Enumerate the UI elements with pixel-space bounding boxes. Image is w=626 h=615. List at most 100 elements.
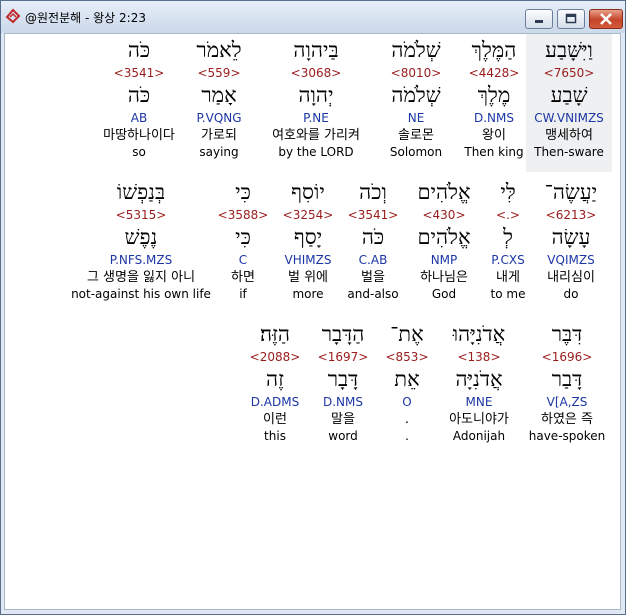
hebrew-lemma: כִּי bbox=[235, 225, 251, 249]
hebrew-word: הַמֶּלֶךְ bbox=[471, 38, 517, 62]
word-column[interactable]: הַזֶּה׃ <2088> זֶה D.ADMS 이런 this bbox=[243, 321, 307, 444]
word-column[interactable]: יַעֲשֶׂה־ <6213> עָשָׂה VQIMZS 내리심이 do bbox=[531, 179, 611, 302]
hebrew-lemma: כֹּה bbox=[127, 83, 151, 107]
english-gloss: Then-sware bbox=[534, 145, 604, 159]
korean-gloss: 하나님은 bbox=[420, 270, 468, 285]
korean-gloss: 하였은 즉 bbox=[541, 412, 593, 427]
hebrew-lemma: זֶה bbox=[266, 367, 284, 391]
english-gloss: Adonijah bbox=[452, 429, 506, 443]
english-gloss: word bbox=[328, 429, 358, 443]
word-column[interactable]: יוֹסִף <3254> יָסַף VHIMZS 벌 위에 more bbox=[275, 179, 341, 302]
strong-number[interactable]: <2088> bbox=[243, 348, 307, 366]
word-column[interactable]: כֹּה <3541> כֹּה AB 마땅하나이다 so bbox=[96, 37, 182, 160]
english-gloss: saying bbox=[199, 145, 239, 159]
window-title: @원전분해 - 왕상 2:23 bbox=[25, 11, 146, 25]
strong-number[interactable]: <4428> bbox=[451, 64, 537, 82]
morphology-code: VQIMZS bbox=[547, 253, 595, 267]
english-gloss: Then king bbox=[464, 145, 524, 159]
hebrew-word: וְכֹה bbox=[359, 180, 387, 204]
strong-number[interactable]: <3541> bbox=[96, 64, 182, 82]
word-column[interactable]: אֶת־ <853> אֵת O . . bbox=[379, 321, 435, 444]
strong-number[interactable]: <1697> bbox=[311, 348, 375, 366]
word-column[interactable]: כִּי <3588> כִּי C 하면 if bbox=[215, 179, 271, 302]
bible-app-icon[interactable] bbox=[5, 8, 21, 24]
strong-number[interactable]: <3254> bbox=[275, 206, 341, 224]
word-column[interactable]: לֵאמֹר <559> אָמַר P.VQNG 가로되 saying bbox=[176, 37, 262, 160]
title-bar[interactable]: @원전분해 - 왕상 2:23 bbox=[1, 1, 625, 33]
word-column[interactable]: הַדָּבָר <1697> דָּבָר D.NMS 말을 word bbox=[311, 321, 375, 444]
word-column[interactable]: וְכֹה <3541> כֹּה C.AB 벌을 and-also bbox=[343, 179, 403, 302]
korean-gloss: 내리심이 bbox=[547, 270, 595, 285]
korean-gloss: 내게 bbox=[496, 270, 520, 285]
strong-number[interactable]: <138> bbox=[439, 348, 519, 366]
korean-gloss: 하면 bbox=[231, 270, 255, 285]
app-window: @원전분해 - 왕상 2:23 כֹּה <3541> כֹּה AB 마땅하나… bbox=[0, 0, 626, 615]
korean-gloss: 이런 bbox=[263, 412, 287, 427]
hebrew-word: דִּבֶּר bbox=[551, 322, 583, 346]
strong-number[interactable]: <5315> bbox=[71, 206, 211, 224]
english-gloss: not-against his own life bbox=[71, 287, 211, 301]
strong-number[interactable]: <559> bbox=[176, 64, 262, 82]
word-column[interactable]: לִּי <.> לְ P.CXS 내게 to me bbox=[483, 179, 533, 302]
strong-number[interactable]: <3588> bbox=[215, 206, 271, 224]
korean-gloss: 가로되 bbox=[201, 128, 237, 143]
strong-number[interactable]: <3068> bbox=[261, 64, 371, 82]
hebrew-word: כֹּה bbox=[127, 38, 151, 62]
morphology-code: P.NE bbox=[303, 111, 329, 125]
english-gloss: and-also bbox=[347, 287, 399, 301]
morphology-code: C bbox=[238, 253, 248, 267]
morphology-code: P.NFS.MZS bbox=[109, 253, 173, 267]
english-gloss: so bbox=[132, 145, 146, 159]
strong-number[interactable]: <.> bbox=[483, 206, 533, 224]
word-column[interactable]: שְׁלֹמֹה <8010> שְׁלֹמֹה NE 솔로몬 Solomon bbox=[373, 37, 459, 160]
hebrew-lemma: אֱלֹהִים bbox=[417, 225, 471, 249]
minimize-button[interactable] bbox=[525, 9, 553, 29]
english-gloss: . bbox=[405, 429, 409, 443]
hebrew-word: אֶת־ bbox=[390, 322, 424, 346]
korean-gloss: . bbox=[404, 412, 410, 427]
maximize-button[interactable] bbox=[557, 9, 585, 29]
korean-gloss: 솔로몬 bbox=[398, 128, 434, 143]
morphology-code: P.VQNG bbox=[196, 111, 242, 125]
korean-gloss: 말을 bbox=[331, 412, 355, 427]
english-gloss: do bbox=[563, 287, 579, 301]
morphology-code: D.NMS bbox=[473, 111, 514, 125]
word-column[interactable]: הַמֶּלֶךְ <4428> מֶלֶךְ D.NMS 왕이 Then ki… bbox=[451, 37, 537, 160]
verse-analysis-pane: כֹּה <3541> כֹּה AB 마땅하나이다 so לֵאמֹר <55… bbox=[4, 33, 621, 610]
strong-number[interactable]: <1696> bbox=[525, 348, 609, 366]
morphology-code: AB bbox=[130, 111, 148, 125]
korean-gloss: 마땅하나이다 bbox=[103, 128, 175, 143]
strong-number[interactable]: <3541> bbox=[343, 206, 403, 224]
hebrew-word: בַּיהוָה bbox=[293, 38, 339, 62]
english-gloss: if bbox=[239, 287, 247, 301]
hebrew-word: אֱלֹהִים bbox=[417, 180, 471, 204]
morphology-code: NMP bbox=[430, 253, 458, 267]
word-column[interactable]: בַּיהוָה <3068> יְהוָה P.NE 여호와를 가리켜 by … bbox=[261, 37, 371, 160]
strong-number[interactable]: <430> bbox=[405, 206, 483, 224]
hebrew-word: יַעֲשֶׂה־ bbox=[544, 180, 598, 204]
english-gloss: have-spoken bbox=[528, 429, 606, 443]
korean-gloss: 그 생명을 잃지 아니 bbox=[86, 270, 196, 285]
english-gloss: this bbox=[264, 429, 286, 443]
hebrew-lemma: אֵת bbox=[394, 367, 420, 391]
hebrew-lemma: לְ bbox=[503, 225, 513, 249]
hebrew-lemma: עָשָׂה bbox=[551, 225, 591, 249]
english-gloss: God bbox=[431, 287, 457, 301]
hebrew-lemma: שְׁלֹמֹה bbox=[391, 83, 441, 107]
word-column[interactable]: דִּבֶּר <1696> דָּבַר V[A,ZS 하였은 즉 have-… bbox=[525, 321, 609, 444]
close-button[interactable] bbox=[589, 9, 623, 29]
word-column-selected[interactable]: וַיִּשָּׁבַע <7650> שָׁבַע CW.VNIMZS 맹세하… bbox=[526, 34, 612, 172]
strong-number[interactable]: <853> bbox=[379, 348, 435, 366]
hebrew-lemma: נֶפֶשׁ bbox=[124, 225, 158, 249]
strong-number[interactable]: <8010> bbox=[373, 64, 459, 82]
strong-number[interactable]: <6213> bbox=[531, 206, 611, 224]
hebrew-lemma: מֶלֶךְ bbox=[477, 83, 511, 107]
word-column[interactable]: אֲדֹנִיָּהוּ <138> אֲדֹנִיָּה MNE 아도니야가 … bbox=[439, 321, 519, 444]
morphology-code: D.ADMS bbox=[250, 395, 300, 409]
strong-number[interactable]: <7650> bbox=[526, 64, 612, 82]
word-column[interactable]: אֱלֹהִים <430> אֱלֹהִים NMP 하나님은 God bbox=[405, 179, 483, 302]
korean-gloss: 맹세하여 bbox=[545, 128, 593, 143]
hebrew-word: וַיִּשָּׁבַע bbox=[545, 38, 593, 62]
word-column[interactable]: בְּנַפְשׁוֹ <5315> נֶפֶשׁ P.NFS.MZS 그 생명… bbox=[71, 179, 211, 302]
korean-gloss: 벌을 bbox=[361, 270, 385, 285]
